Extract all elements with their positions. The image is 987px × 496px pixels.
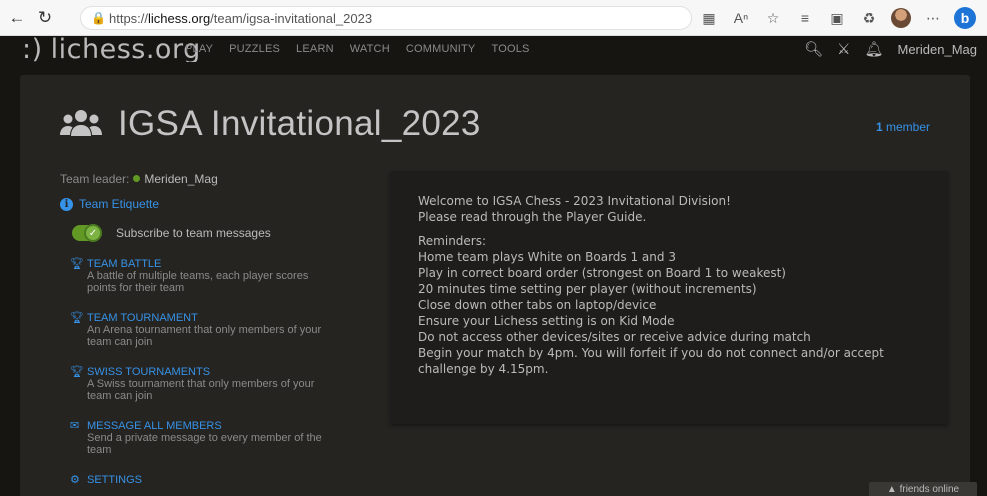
team-description: Welcome to IGSA Chess - 2023 Invitationa… [390,171,948,424]
desc-intro-line: Please read through the Player Guide. [418,210,647,224]
team-name: IGSA Invitational_2023 [118,104,481,143]
challenge-swords-icon[interactable]: ⚔ [837,40,850,58]
app-available-icon[interactable]: ▦ [693,5,725,31]
trophy-icon: 🏆︎ [70,312,84,324]
nav-community[interactable]: COMMUNITY [406,43,476,55]
action-title: TEAM TOURNAMENT [87,311,198,324]
team-tournament-action[interactable]: 🏆︎ TEAM TOURNAMENT An Arena tournament th… [70,311,322,349]
main-content: IGSA Invitational_2023 1 member Team lea… [0,62,987,496]
team-leader: Team leader: Meriden_Mag [60,172,320,186]
trophy-icon: 🏆︎ [70,258,84,270]
leader-label: Team leader: [60,172,130,186]
envelope-icon: ✉ [70,420,80,432]
desc-intro-line: Welcome to IGSA Chess - 2023 Invitationa… [418,194,731,208]
nav-tools[interactable]: TOOLS [491,43,529,55]
nav-learn[interactable]: LEARN [296,43,334,55]
logo-text: lichess.org [50,34,201,65]
subscribe-label: Subscribe to team messages [116,226,271,240]
check-icon: ✓ [84,224,102,242]
subscribe-toggle-row: ✓ Subscribe to team messages [72,224,320,242]
url-path: /team/igsa-invitational_2023 [210,10,373,26]
info-icon: i [60,197,73,211]
search-icon[interactable]: 🔍︎ [804,40,823,58]
refresh-icon[interactable]: ↻ [32,5,58,31]
url-prefix: https:// [109,10,149,26]
reminder-line: Close down other tabs on laptop/device [418,298,657,312]
settings-action[interactable]: ⚙ SETTINGS [70,473,320,487]
action-desc: An Arena tournament that only members of… [87,324,322,348]
online-dot-icon [133,175,141,182]
url-host: lichess.org [148,10,211,26]
notification-bell-icon[interactable]: 🔔︎ [864,40,883,58]
site-header: :) lichess.org PLAY PUZZLES LEARN WATCH C… [0,34,987,65]
action-desc: Send a private message to every member o… [87,432,322,456]
group-icon [60,110,102,136]
members-link[interactable]: 1 member [876,120,930,134]
user-menu[interactable]: Meriden_Mag [898,42,978,57]
swiss-tournaments-action[interactable]: 🏆︎ SWISS TOURNAMENTS A Swiss tournament t… [70,365,320,403]
site-logo[interactable]: :) lichess.org [22,34,201,65]
lock-icon: 🔒 [91,11,106,25]
address-bar[interactable]: 🔒 https://lichess.org/team/igsa-invitati… [80,6,692,30]
nav-puzzles[interactable]: PUZZLES [229,43,280,55]
reminder-line: Play in correct board order (strongest o… [418,266,786,280]
gear-icon: ⚙ [70,474,80,486]
team-battle-action[interactable]: 🏆︎ TEAM BATTLE A battle of multiple teams… [70,257,320,295]
team-page-box: IGSA Invitational_2023 1 member Team lea… [20,75,970,496]
action-title: TEAM BATTLE [87,257,162,270]
friends-online-tab[interactable]: ▲ friends online [869,482,977,496]
bing-chat-icon[interactable]: b [949,5,981,31]
reminder-line: Ensure your Lichess setting is on Kid Mo… [418,314,675,328]
favorites-list-icon[interactable]: ≡ [789,5,821,31]
etiquette-label: Team Etiquette [79,197,160,211]
browser-toolbar: ← ↻ 🔒 https://lichess.org/team/igsa-invi… [0,0,987,36]
collections-icon[interactable]: ▣ [821,5,853,31]
read-aloud-icon[interactable]: Aⁿ [725,5,757,31]
action-desc: A Swiss tournament that only members of … [87,378,315,402]
profile-avatar[interactable] [885,5,917,31]
member-label: member [885,120,930,134]
favorite-star-icon[interactable]: ☆ [757,5,789,31]
message-all-members-action[interactable]: ✉ MESSAGE ALL MEMBERS Send a private mess… [70,419,322,457]
action-title: SWISS TOURNAMENTS [87,365,211,378]
member-count: 1 [875,120,883,134]
subscribe-toggle[interactable]: ✓ [72,224,102,242]
leader-name[interactable]: Meriden_Mag [144,172,217,186]
reminder-line: Begin your match by 4pm. You will forfei… [418,346,884,376]
reminder-line: Home team plays White on Boards 1 and 3 [418,250,676,264]
team-title: IGSA Invitational_2023 [60,104,481,144]
trophy-icon: 🏆︎ [70,366,84,378]
reminder-line: Do not access other devices/sites or rec… [418,330,811,344]
action-title: MESSAGE ALL MEMBERS [87,419,222,432]
nav-watch[interactable]: WATCH [350,43,390,55]
action-desc: A battle of multiple teams, each player … [87,270,309,294]
team-sidebar: Team leader: Meriden_Mag i Team Etiquette… [60,172,322,496]
more-menu-icon[interactable]: ⋯ [917,5,949,31]
nav-play[interactable]: PLAY [185,43,213,55]
reminders-title: Reminders: [418,234,487,248]
team-etiquette-link[interactable]: i Team Etiquette [60,197,320,211]
reminder-line: 20 minutes time setting per player (with… [418,282,757,296]
logo-smile: :) [22,34,43,65]
back-icon[interactable]: ← [4,5,30,31]
action-title: SETTINGS [87,473,143,486]
top-nav: PLAY PUZZLES LEARN WATCH COMMUNITY TOOLS [185,43,530,55]
extension-icon[interactable]: ♻ [853,5,885,31]
